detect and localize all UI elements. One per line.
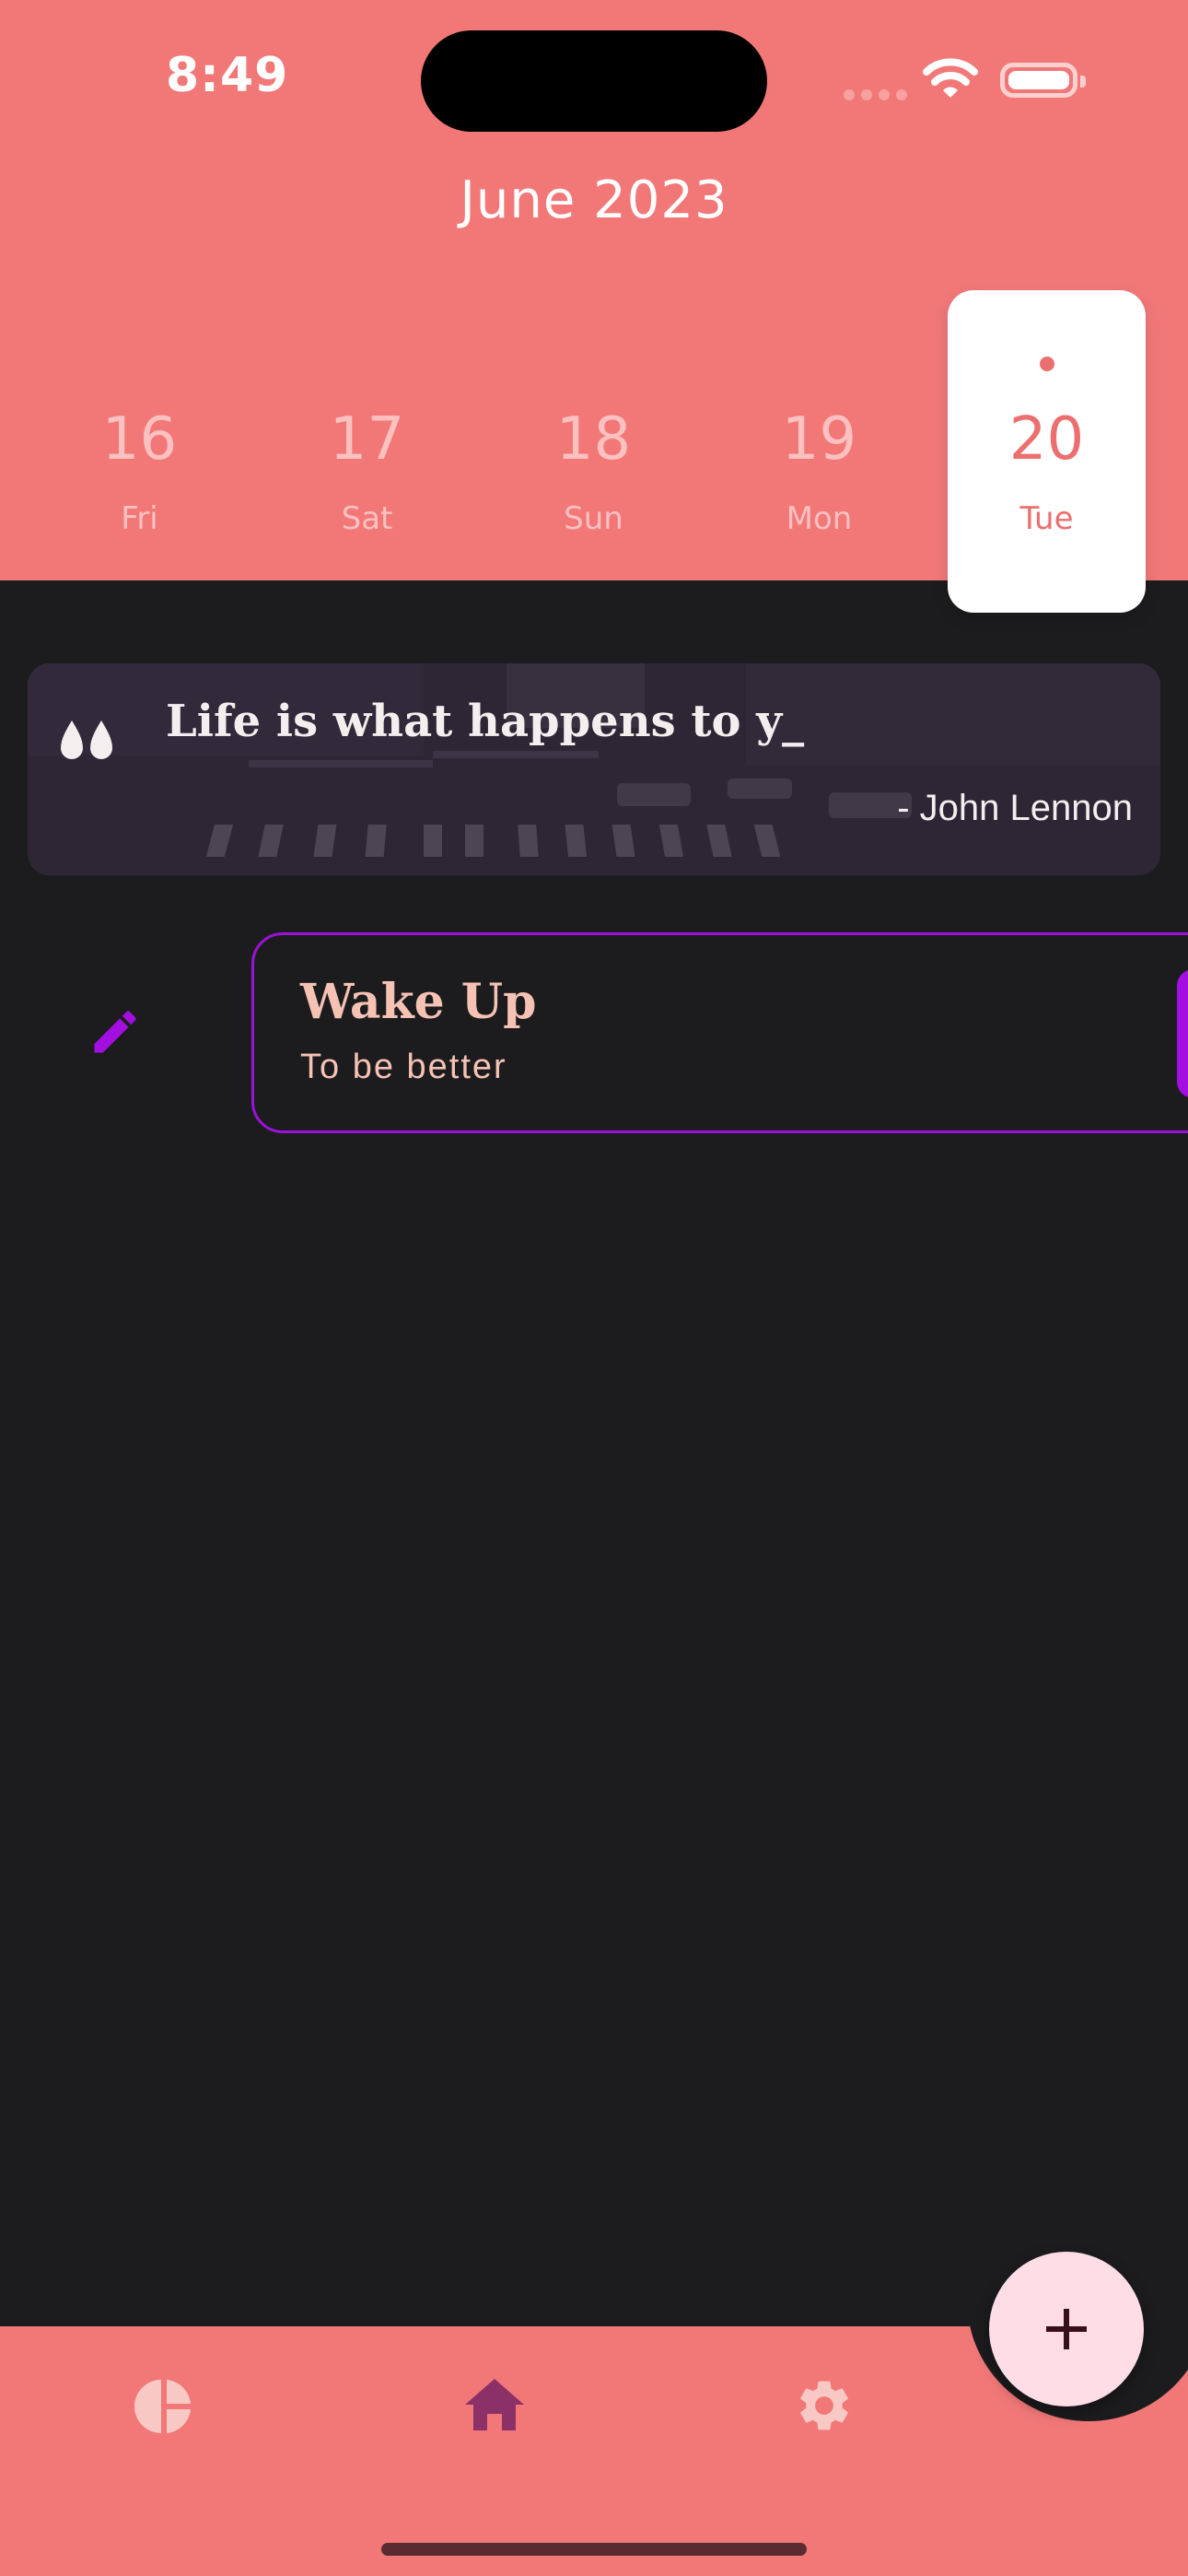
battery-icon (1000, 63, 1086, 98)
day-20-selected[interactable]: 20 Tue (948, 290, 1146, 613)
day-number: 20 (1008, 405, 1085, 474)
day-weekday: Sat (341, 500, 393, 537)
day-number: 16 (101, 405, 178, 474)
day-number: 18 (555, 405, 632, 474)
day-weekday: Sun (564, 500, 623, 537)
dynamic-island (421, 30, 767, 132)
day-number: 19 (781, 405, 857, 474)
home-indicator (381, 2543, 807, 2556)
day-17[interactable]: 17 Sat (268, 290, 466, 613)
habit-title: Wake Up (300, 974, 537, 1030)
today-dot (1039, 357, 1054, 371)
quote-text: Life is what happens to y_ (166, 696, 805, 747)
edit-pencil-icon[interactable] (87, 1004, 143, 1060)
plus-icon (1046, 2309, 1087, 2349)
day-16[interactable]: 16 Fri (41, 290, 239, 613)
habit-card[interactable]: Wake Up To be better (251, 932, 1188, 1133)
cellular-signal-icon (844, 87, 914, 104)
add-habit-button[interactable] (989, 2252, 1144, 2406)
day-weekday: Mon (786, 500, 853, 537)
day-weekday: Tue (1019, 500, 1074, 537)
day-19[interactable]: 19 Mon (720, 290, 918, 613)
quote-author: - John Lennon (897, 788, 1133, 828)
habit-swipe-action[interactable] (1177, 969, 1188, 1098)
quote-card[interactable]: Life is what happens to y_ - John Lennon (28, 663, 1160, 875)
wifi-icon (923, 58, 978, 98)
day-weekday: Fri (121, 500, 158, 537)
habit-subtitle: To be better (300, 1048, 507, 1086)
status-time: 8:49 (166, 48, 289, 103)
gear-icon[interactable] (794, 2375, 855, 2436)
quote-icon (61, 720, 112, 759)
day-number: 17 (329, 405, 405, 474)
pie-chart-icon[interactable] (134, 2377, 193, 2436)
month-title: June 2023 (460, 170, 728, 230)
home-icon[interactable] (463, 2375, 526, 2434)
day-18[interactable]: 18 Sun (495, 290, 693, 613)
